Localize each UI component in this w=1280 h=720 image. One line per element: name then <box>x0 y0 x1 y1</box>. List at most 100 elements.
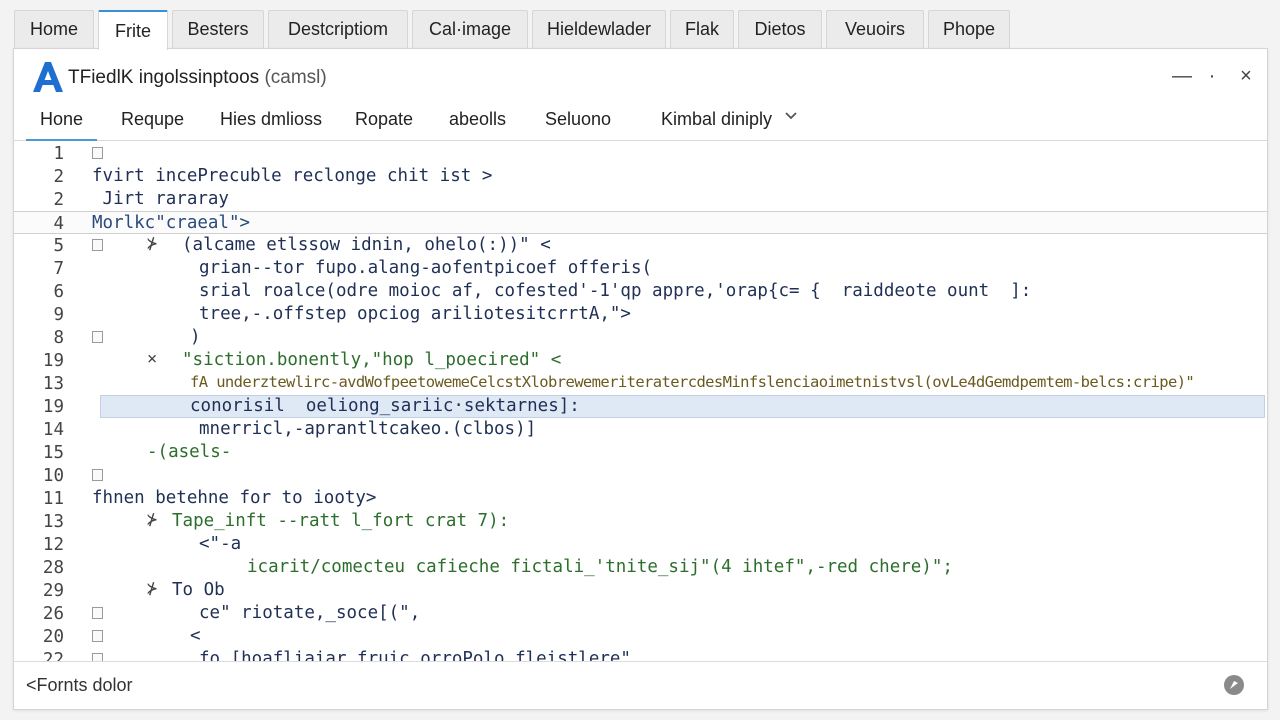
fold-marker-icon[interactable] <box>92 630 103 642</box>
code-text: -(asels- <box>147 442 232 462</box>
top-tab-strip: Home Frite Besters Destcriptiom Cal·imag… <box>0 0 1280 50</box>
line-number: 19 <box>42 397 64 417</box>
line-number: 11 <box>42 489 64 509</box>
window-title: TFiedlK ingolssinptoos (camsl) <box>68 67 327 89</box>
restore-button[interactable]: · <box>1199 63 1225 89</box>
menu-requpe[interactable]: Requpe <box>121 109 184 139</box>
code-line: 15 -(asels- <box>14 441 1267 464</box>
code-line: 28 icarit/comecteu cafieche fictali_'tni… <box>14 556 1267 579</box>
code-text: fvirt incePrecuble reclonge chit ist > <box>92 166 493 186</box>
line-number: 14 <box>42 420 64 440</box>
tab-destcriptiom[interactable]: Destcriptiom <box>268 10 408 48</box>
restore-icon: · <box>1208 64 1216 87</box>
code-text: Tape_inft --ratt l_fort crat 7): <box>172 511 510 531</box>
tab-frite[interactable]: Frite <box>98 10 168 50</box>
code-line: 26 ce" riotate,_soce[(", <box>14 602 1267 625</box>
window-title-suffix: (camsl) <box>264 67 327 88</box>
status-bar: <Fornts dolor <box>14 661 1267 709</box>
tab-flak[interactable]: Flak <box>670 10 734 48</box>
menu-bar: Hone Requpe Hies dmlioss Ropate abeolls … <box>14 101 1267 141</box>
close-button[interactable]: × <box>1233 63 1259 89</box>
tab-hieldewlader[interactable]: Hieldewlader <box>532 10 666 48</box>
code-line: 2 fvirt incePrecuble reclonge chit ist > <box>14 165 1267 188</box>
code-text: "siction.bonently,"hop l_poecired" < <box>182 350 562 370</box>
code-text: icarit/comecteu cafieche fictali_'tnite_… <box>247 557 953 577</box>
breakpoint-marker-icon[interactable]: ⊁ <box>147 579 157 599</box>
code-text: ) <box>190 327 201 347</box>
code-line: 5 ⊁ (alcame etlssow idnin, ohelo(:))" < <box>14 234 1267 257</box>
tab-home[interactable]: Home <box>14 10 94 48</box>
code-text: ce" riotate,_soce[(", <box>199 603 421 623</box>
code-line: 13 fA underztewlirc-avdWofpeetowemeCelcs… <box>14 372 1267 395</box>
code-line: 6 srial roalce(odre moioc af, cofested'-… <box>14 280 1267 303</box>
compass-icon[interactable] <box>1223 674 1245 696</box>
chevron-down-icon <box>785 112 797 120</box>
menu-kimbal-diniply[interactable]: Kimbal diniply <box>661 109 798 139</box>
code-text: To Ob <box>172 580 225 600</box>
fold-marker-icon[interactable] <box>92 331 103 343</box>
line-number: 15 <box>42 443 64 463</box>
minimize-button[interactable]: — <box>1169 63 1195 89</box>
code-text: Jirt rararay <box>92 189 229 209</box>
line-number: 2 <box>53 167 64 187</box>
code-line: 14 mnerricl,-aprantltcakeo.(clbos)] <box>14 418 1267 441</box>
breakpoint-marker-icon[interactable]: ⊁ <box>147 234 157 254</box>
code-text: < <box>190 626 201 646</box>
tab-cal-image[interactable]: Cal·image <box>412 10 528 48</box>
code-line: 13 ⊁ Tape_inft --ratt l_fort crat 7): <box>14 510 1267 533</box>
code-text: Morlkc"craeal"> <box>92 213 251 233</box>
tab-dietos[interactable]: Dietos <box>738 10 822 48</box>
line-number: 9 <box>53 305 64 325</box>
code-text: tree,-.offstep opciog ariliotesitcrrtA,"… <box>199 304 631 324</box>
menu-ropate[interactable]: Ropate <box>355 109 413 139</box>
code-line: 2 Jirt rararay <box>14 188 1267 211</box>
code-line: 1 <box>14 142 1267 165</box>
code-text: fhnen betehne for to iooty> <box>92 488 377 508</box>
code-line: 8 ) <box>14 326 1267 349</box>
breakpoint-marker-icon[interactable]: ⨯ <box>147 349 157 369</box>
status-back-link[interactable]: <Fornts dolor <box>26 675 133 696</box>
fold-marker-icon[interactable] <box>92 239 103 251</box>
line-number: 1 <box>53 144 64 164</box>
line-number: 7 <box>53 259 64 279</box>
code-text: srial roalce(odre moioc af, cofested'-1'… <box>199 281 1032 301</box>
code-editor[interactable]: 1 2 fvirt incePrecuble reclonge chit ist… <box>14 142 1267 662</box>
menu-seluono[interactable]: Seluono <box>545 109 611 139</box>
fold-marker-icon[interactable] <box>92 607 103 619</box>
code-line-highlighted: 4 Morlkc"craeal"> <box>14 211 1267 234</box>
app-logo-icon <box>33 62 63 92</box>
line-number: 2 <box>53 190 64 210</box>
line-number: 8 <box>53 328 64 348</box>
fold-marker-icon[interactable] <box>92 147 103 159</box>
code-line: 11 fhnen betehne for to iooty> <box>14 487 1267 510</box>
tab-veuoirs[interactable]: Veuoirs <box>826 10 924 48</box>
line-number: 28 <box>42 558 64 578</box>
status-label: Fornts dolor <box>36 675 133 695</box>
line-number: 6 <box>53 282 64 302</box>
menu-abeolls[interactable]: abeolls <box>449 109 506 139</box>
code-line: 12 <"-a <box>14 533 1267 556</box>
line-number: 13 <box>42 374 64 394</box>
line-number: 20 <box>42 627 64 647</box>
line-number: 10 <box>42 466 64 486</box>
tab-besters[interactable]: Besters <box>172 10 264 48</box>
code-line: 22 fo [hoafliaiar fruic orroPolo fleistl… <box>14 648 1267 662</box>
line-number: 13 <box>42 512 64 532</box>
code-text: fA underztewlirc-avdWofpeetowemeCelcstXl… <box>190 373 1195 391</box>
code-line: 20 < <box>14 625 1267 648</box>
menu-hies-dmlioss[interactable]: Hies dmlioss <box>220 109 322 139</box>
line-number: 4 <box>53 214 64 234</box>
breakpoint-marker-icon[interactable]: ⊁ <box>147 510 157 530</box>
code-text: <"-a <box>199 534 242 554</box>
code-line: 10 <box>14 464 1267 487</box>
close-icon: × <box>1240 64 1252 87</box>
fold-marker-icon[interactable] <box>92 469 103 481</box>
chevron-left-icon: < <box>26 675 37 695</box>
minimize-icon: — <box>1172 64 1192 87</box>
code-text: grian--tor fupo.alang-aofentpicoef offer… <box>199 258 653 278</box>
menu-hone[interactable]: Hone <box>26 109 98 141</box>
main-window: TFiedlK ingolssinptoos (camsl) — · × Hon… <box>13 48 1268 710</box>
code-line: 9 tree,-.offstep opciog ariliotesitcrrtA… <box>14 303 1267 326</box>
code-line-selected: 19 conorisil oeliong_sariic·sektarnes]: <box>14 395 1267 418</box>
tab-phope[interactable]: Phope <box>928 10 1010 48</box>
